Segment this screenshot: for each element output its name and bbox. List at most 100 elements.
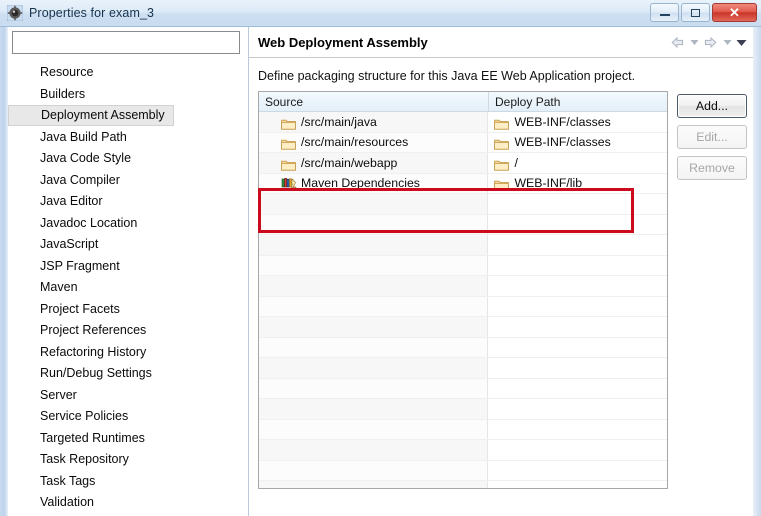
sidebar-item-task-repository[interactable]: Task Repository (8, 449, 248, 471)
title-bar: Properties for exam_3 ✕ (0, 0, 761, 27)
table-row-empty[interactable] (259, 276, 667, 297)
table-row-empty[interactable] (259, 255, 667, 276)
folder-icon (494, 177, 510, 191)
cell-deploy-path (488, 296, 667, 316)
cell-source (259, 194, 489, 214)
table-row-empty[interactable] (259, 419, 667, 440)
cell-deploy-path (488, 481, 667, 488)
back-dropdown-icon[interactable] (688, 35, 700, 50)
properties-gear-icon (7, 5, 23, 21)
maximize-button[interactable] (681, 3, 710, 22)
back-arrow-icon[interactable] (669, 35, 686, 50)
table-row-empty[interactable] (259, 317, 667, 338)
close-icon: ✕ (729, 5, 740, 20)
forward-dropdown-icon[interactable] (721, 35, 733, 50)
column-header-source[interactable]: Source (259, 92, 489, 111)
sidebar-item-jsp-fragment[interactable]: JSP Fragment (8, 256, 248, 278)
table-row-empty[interactable] (259, 440, 667, 461)
view-menu-icon[interactable] (735, 35, 747, 50)
table-row-empty[interactable] (259, 358, 667, 379)
cell-deploy-path (488, 399, 667, 419)
window-left-edge (0, 27, 8, 516)
table-row-empty[interactable] (259, 399, 667, 420)
table-row-empty[interactable] (259, 337, 667, 358)
cell-deploy-text: WEB-INF/classes (514, 114, 611, 129)
sidebar-item-task-tags[interactable]: Task Tags (8, 471, 248, 493)
sidebar-item-jsp-fragment-wrap: JSP Fragment (8, 256, 248, 278)
sidebar-item-resource[interactable]: Resource (8, 62, 248, 84)
sidebar-item-targeted-runtimes[interactable]: Targeted Runtimes (8, 428, 248, 450)
sidebar-item-service-policies-wrap: Service Policies (8, 406, 248, 428)
cell-deploy-path: WEB-INF/lib (488, 173, 667, 193)
table-row-empty[interactable] (259, 194, 667, 215)
page-header: Web Deployment Assembly (249, 27, 753, 58)
cell-deploy-path (488, 358, 667, 378)
forward-arrow-icon[interactable] (702, 35, 719, 50)
table-row-empty[interactable] (259, 214, 667, 235)
sidebar-item-deployment-assembly-wrap: Deployment Assembly (8, 105, 248, 127)
page-description: Define packaging structure for this Java… (258, 69, 636, 83)
table-row[interactable]: /src/main/java WEB-INF/classes (259, 112, 667, 133)
cell-deploy-path (488, 255, 667, 275)
sidebar-item-resource-wrap: Resource (8, 62, 248, 84)
cell-deploy-path (488, 378, 667, 398)
sidebar-item-project-facets[interactable]: Project Facets (8, 299, 248, 321)
sidebar-item-server[interactable]: Server (8, 385, 248, 407)
filter-input[interactable] (12, 31, 240, 54)
sidebar-item-refactoring-history[interactable]: Refactoring History (8, 342, 248, 364)
table-row[interactable]: Maven Dependencies WEB-INF/lib (259, 173, 667, 194)
cell-source (259, 378, 489, 398)
sidebar-item-deployment-assembly[interactable]: Deployment Assembly (8, 105, 174, 126)
sidebar-item-project-references[interactable]: Project References (8, 320, 248, 342)
cell-source: /src/main/java (259, 112, 489, 132)
sidebar-item-java-compiler-wrap: Java Compiler (8, 170, 248, 192)
cell-source (259, 460, 489, 480)
properties-dialog-window: Properties for exam_3 ✕ Resource Builder… (0, 0, 761, 516)
sidebar-item-builders[interactable]: Builders (8, 84, 248, 106)
table-row-empty[interactable] (259, 235, 667, 256)
add-button[interactable]: Add... (677, 94, 747, 118)
cell-source (259, 214, 489, 234)
folder-icon (494, 116, 510, 130)
sidebar-item-java-build-path-wrap: Java Build Path (8, 127, 248, 149)
sidebar-item-maven[interactable]: Maven (8, 277, 248, 299)
table-row-empty[interactable] (259, 481, 667, 488)
minimize-button[interactable] (650, 3, 679, 22)
cell-source (259, 440, 489, 460)
sidebar-item-java-build-path[interactable]: Java Build Path (8, 127, 248, 149)
sidebar-item-run-debug-settings[interactable]: Run/Debug Settings (8, 363, 248, 385)
sidebar-item-java-compiler[interactable]: Java Compiler (8, 170, 248, 192)
table-row-empty[interactable] (259, 296, 667, 317)
sidebar-item-validation[interactable]: Validation (8, 492, 248, 514)
sidebar-item-javadoc-location[interactable]: Javadoc Location (8, 213, 248, 235)
edit-button[interactable]: Edit... (677, 125, 747, 149)
cell-deploy-path (488, 337, 667, 357)
column-header-deploy-path[interactable]: Deploy Path (489, 92, 667, 111)
table-row-empty[interactable] (259, 378, 667, 399)
table-row-empty[interactable] (259, 460, 667, 481)
deployment-assembly-table[interactable]: Source Deploy Path /src/main/java WEB-IN… (258, 91, 668, 489)
sidebar-item-maven-wrap: Maven (8, 277, 248, 299)
cell-deploy-path (488, 235, 667, 255)
cell-deploy-path (488, 460, 667, 480)
main-panel: Web Deployment Assembly Define packaging… (248, 27, 753, 516)
sidebar-item-java-editor[interactable]: Java Editor (8, 191, 248, 213)
page-title: Web Deployment Assembly (258, 34, 428, 50)
sidebar-item-server-wrap: Server (8, 385, 248, 407)
settings-sidebar: Resource Builders Deployment Assembly Ja… (8, 27, 248, 516)
table-row[interactable]: /src/main/webapp / (259, 153, 667, 174)
cell-source (259, 296, 489, 316)
filter-field-wrapper (12, 31, 240, 54)
sidebar-item-task-repository-wrap: Task Repository (8, 449, 248, 471)
cell-source-text: /src/main/java (301, 114, 377, 129)
cell-source (259, 235, 489, 255)
sidebar-item-java-code-style[interactable]: Java Code Style (8, 148, 248, 170)
settings-tree[interactable]: Resource Builders Deployment Assembly Ja… (8, 59, 248, 516)
remove-button[interactable]: Remove (677, 156, 747, 180)
sidebar-item-javascript[interactable]: JavaScript (8, 234, 248, 256)
close-button[interactable]: ✕ (712, 3, 757, 22)
folder-icon (281, 157, 296, 171)
table-row[interactable]: /src/main/resources WEB-INF/classes (259, 132, 667, 153)
sidebar-item-service-policies[interactable]: Service Policies (8, 406, 248, 428)
sidebar-item-project-facets-wrap: Project Facets (8, 299, 248, 321)
